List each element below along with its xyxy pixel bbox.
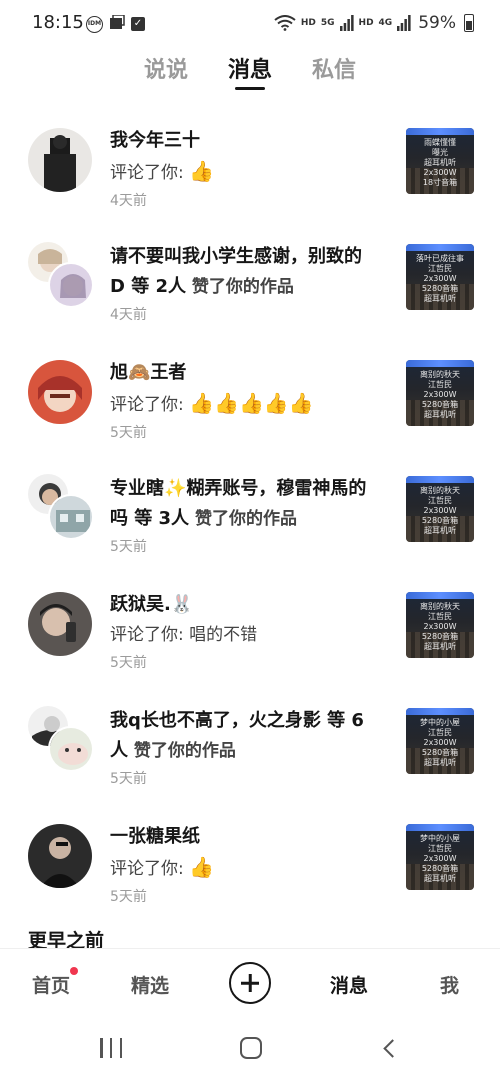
status-time: 18:15 bbox=[32, 12, 84, 33]
status-left-icons: IDM ✓ bbox=[86, 14, 145, 33]
status-bar: 18:15 IDM ✓ HD 5G HD 4G 59% bbox=[0, 0, 500, 46]
gallery-icon bbox=[109, 14, 125, 33]
notification-time: 5天前 bbox=[110, 655, 147, 671]
notification-time: 5天前 bbox=[110, 425, 147, 441]
notification-row[interactable]: 旭🙈王者 评论了你: 👍👍👍👍👍 5天前 离别的秋天 江哲民 2x300W 52… bbox=[0, 344, 500, 460]
notification-row[interactable]: 我q长也不高了，火之身影 等 6人 赞了你的作品 5天前 梦中的小屋 江哲民 2… bbox=[0, 692, 500, 808]
network-4g: 4G bbox=[378, 18, 393, 28]
notification-content: 专业瞎✨糊弄账号，穆雷神馬的吗 等 3人 赞了你的作品 5天前 bbox=[110, 474, 372, 558]
thumbnail-caption: 梦中的小屋 江哲民 2x300W 5280音箱 超耳机听 bbox=[420, 834, 460, 883]
notification-time: 4天前 bbox=[110, 307, 147, 323]
nav-home[interactable]: 首页 bbox=[32, 967, 79, 998]
nav-me[interactable]: 我 bbox=[440, 971, 459, 998]
avatar[interactable] bbox=[28, 592, 92, 656]
user-name[interactable]: 跃狱吴.🐰 bbox=[110, 590, 372, 620]
avatar[interactable] bbox=[28, 360, 92, 424]
nav-featured[interactable]: 精选 bbox=[131, 971, 169, 998]
thumbnail-caption: 雨蝶懂懂 曝光 超耳机听 2x300W 18寸音箱 bbox=[422, 138, 458, 187]
thumbnail-caption: 离别的秋天 江哲民 2x300W 5280音箱 超耳机听 bbox=[420, 370, 460, 419]
notification-row[interactable]: 跃狱吴.🐰 评论了你: 唱的不错 5天前 离别的秋天 江哲民 2x300W 52… bbox=[0, 576, 500, 692]
user-names[interactable]: 专业瞎✨糊弄账号，穆雷神馬的吗 等 3人 赞了你的作品 bbox=[110, 474, 372, 534]
notification-row[interactable]: 一张糖果纸 评论了你: 👍 5天前 梦中的小屋 江哲民 2x300W 5280音… bbox=[0, 808, 500, 924]
notification-content: 旭🙈王者 评论了你: 👍👍👍👍👍 5天前 bbox=[110, 358, 372, 444]
notification-row[interactable]: 我今年三十 评论了你: 👍 4天前 雨蝶懂懂 曝光 超耳机听 2x300W 18… bbox=[0, 112, 500, 228]
avatar bbox=[48, 726, 94, 772]
thumbs-up-icon: 👍 bbox=[189, 855, 215, 879]
user-name[interactable]: 旭🙈王者 bbox=[110, 358, 372, 388]
signal-icon bbox=[339, 15, 354, 31]
tab-private-messages[interactable]: 私信 bbox=[312, 52, 356, 90]
notification-content: 请不要叫我小学生感谢，别致的D 等 2人 赞了你的作品 4天前 bbox=[110, 242, 372, 326]
tab-messages[interactable]: 消息 bbox=[228, 52, 272, 90]
work-thumbnail[interactable]: 雨蝶懂懂 曝光 超耳机听 2x300W 18寸音箱 bbox=[406, 128, 474, 194]
work-thumbnail[interactable]: 离别的秋天 江哲民 2x300W 5280音箱 超耳机听 bbox=[406, 592, 474, 658]
back-icon[interactable] bbox=[383, 1039, 402, 1058]
work-thumbnail[interactable]: 离别的秋天 江哲民 2x300W 5280音箱 超耳机听 bbox=[406, 360, 474, 426]
top-tabs: 说说 消息 私信 bbox=[0, 52, 500, 92]
notification-row[interactable]: 专业瞎✨糊弄账号，穆雷神馬的吗 等 3人 赞了你的作品 5天前 离别的秋天 江哲… bbox=[0, 460, 500, 576]
notification-action: 评论了你: 👍👍👍👍👍 bbox=[110, 391, 314, 415]
battery-percent: 59% bbox=[418, 13, 456, 33]
battery-icon bbox=[464, 14, 474, 32]
work-thumbnail[interactable]: 梦中的小屋 江哲民 2x300W 5280音箱 超耳机听 bbox=[406, 824, 474, 890]
avatar[interactable] bbox=[28, 128, 92, 192]
home-icon[interactable] bbox=[240, 1037, 262, 1059]
idm-icon: IDM bbox=[86, 15, 103, 33]
notification-content: 我今年三十 评论了你: 👍 4天前 bbox=[110, 126, 372, 212]
bottom-nav: 首页 精选 消息 我 bbox=[0, 948, 500, 1018]
network-hd-2: HD bbox=[358, 18, 374, 28]
avatar bbox=[48, 494, 94, 540]
user-name[interactable]: 一张糖果纸 bbox=[110, 822, 372, 852]
check-icon: ✓ bbox=[131, 17, 145, 31]
user-names[interactable]: 我q长也不高了，火之身影 等 6人 赞了你的作品 bbox=[110, 706, 372, 766]
notification-list: 我今年三十 评论了你: 👍 4天前 雨蝶懂懂 曝光 超耳机听 2x300W 18… bbox=[0, 112, 500, 924]
thumbnail-caption: 落叶已成往事 江哲民 2x300W 5280音箱 超耳机听 bbox=[416, 254, 464, 303]
notification-time: 5天前 bbox=[110, 771, 147, 787]
notification-content: 我q长也不高了，火之身影 等 6人 赞了你的作品 5天前 bbox=[110, 706, 372, 790]
avatar bbox=[48, 262, 94, 308]
thumbs-up-icon: 👍 bbox=[189, 159, 215, 183]
work-thumbnail[interactable]: 落叶已成往事 江哲民 2x300W 5280音箱 超耳机听 bbox=[406, 244, 474, 310]
work-thumbnail[interactable]: 梦中的小屋 江哲民 2x300W 5280音箱 超耳机听 bbox=[406, 708, 474, 774]
notification-action: 评论了你: 唱的不错 bbox=[110, 625, 258, 645]
work-thumbnail[interactable]: 离别的秋天 江哲民 2x300W 5280音箱 超耳机听 bbox=[406, 476, 474, 542]
thumbnail-caption: 离别的秋天 江哲民 2x300W 5280音箱 超耳机听 bbox=[420, 602, 460, 651]
notification-time: 5天前 bbox=[110, 539, 147, 555]
thumbnail-caption: 梦中的小屋 江哲民 2x300W 5280音箱 超耳机听 bbox=[420, 718, 460, 767]
user-name[interactable]: 我今年三十 bbox=[110, 126, 372, 156]
system-nav-bar bbox=[0, 1018, 500, 1083]
wifi-icon bbox=[274, 15, 296, 31]
network-5g: 5G bbox=[320, 18, 335, 28]
nav-messages[interactable]: 消息 bbox=[330, 971, 368, 998]
notification-row[interactable]: 请不要叫我小学生感谢，别致的D 等 2人 赞了你的作品 4天前 落叶已成往事 江… bbox=[0, 228, 500, 344]
avatar[interactable] bbox=[28, 824, 92, 888]
recent-apps-icon[interactable] bbox=[100, 1038, 122, 1058]
status-right-icons: HD 5G HD 4G 59% bbox=[274, 13, 474, 33]
network-hd-1: HD bbox=[300, 18, 316, 28]
user-names[interactable]: 请不要叫我小学生感谢，别致的D 等 2人 赞了你的作品 bbox=[110, 242, 372, 302]
notification-content: 一张糖果纸 评论了你: 👍 5天前 bbox=[110, 822, 372, 908]
unread-dot bbox=[70, 967, 79, 975]
notification-action: 评论了你: 👍 bbox=[110, 159, 215, 183]
notification-time: 5天前 bbox=[110, 889, 147, 905]
signal-icon-2 bbox=[397, 15, 411, 31]
thumbnail-caption: 离别的秋天 江哲民 2x300W 5280音箱 超耳机听 bbox=[420, 486, 460, 535]
active-tab-indicator bbox=[234, 87, 265, 90]
notification-action: 评论了你: 👍 bbox=[110, 855, 215, 879]
tab-shuoshuo[interactable]: 说说 bbox=[144, 52, 188, 90]
thumbs-up-icon: 👍👍👍👍👍 bbox=[189, 391, 314, 415]
notification-content: 跃狱吴.🐰 评论了你: 唱的不错 5天前 bbox=[110, 590, 372, 674]
notification-time: 4天前 bbox=[110, 193, 147, 209]
create-button[interactable] bbox=[229, 962, 271, 1004]
